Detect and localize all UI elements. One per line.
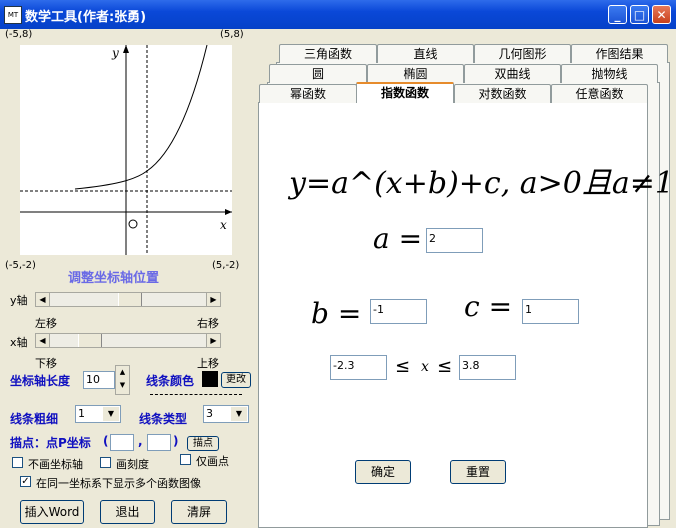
point-comma: , <box>138 434 143 448</box>
tab-circle[interactable]: 圆 <box>269 64 367 83</box>
close-button[interactable]: ✕ <box>652 5 671 24</box>
a-label: a = <box>373 222 423 255</box>
b-input[interactable]: -1 <box>370 299 427 324</box>
x-max-input[interactable]: 3.8 <box>459 355 516 380</box>
tab-hyperbola[interactable]: 双曲线 <box>464 64 561 83</box>
x-variable-label: x <box>421 359 429 375</box>
axis-adjust-title: 调整坐标轴位置 <box>68 271 160 286</box>
no-axis-label: 不画坐标轴 <box>28 458 83 471</box>
clear-button[interactable]: 清屏 <box>171 500 227 524</box>
le-symbol-left: ≤ <box>395 356 411 377</box>
tab-parabola[interactable]: 抛物线 <box>561 64 658 83</box>
only-point-checkbox[interactable] <box>180 454 191 465</box>
tab-power-function[interactable]: 幂函数 <box>259 84 357 103</box>
origin-marker <box>128 219 138 229</box>
y-slider-right-arrow[interactable]: ▶ <box>206 293 220 306</box>
line-type-label: 线条类型 <box>139 412 188 426</box>
x-axis-slider[interactable]: ◀ ▶ <box>35 333 221 348</box>
multi-graph-label: 在同一坐标系下显示多个函数图像 <box>36 477 201 490</box>
point-open-paren: ( <box>103 434 109 448</box>
line-width-select[interactable]: 1 ▼ <box>75 405 121 423</box>
x-axis-arrow <box>225 209 232 215</box>
y-axis-label: y <box>111 46 119 60</box>
y-axis-slider-label: y轴 <box>10 294 28 307</box>
chevron-down-icon[interactable]: ▼ <box>231 407 247 421</box>
tab-geometry[interactable]: 几何图形 <box>474 44 571 63</box>
axis-length-input[interactable]: 10 <box>83 371 115 389</box>
down-move-label: 下移 <box>35 357 57 370</box>
tab-exponential-function[interactable]: 指数函数 <box>356 82 454 103</box>
x-axis-slider-label: x轴 <box>10 336 28 349</box>
axis-length-spinner[interactable]: ▲ ▼ <box>115 365 130 395</box>
axis-length-label: 坐标轴长度 <box>10 374 71 388</box>
plot-corner-top-left: (-5,8) <box>5 29 33 40</box>
x-axis-label: x <box>220 218 227 232</box>
x-slider-right-arrow[interactable]: ▶ <box>206 334 220 347</box>
plot-corner-bottom-left: (-5,-2) <box>5 260 36 271</box>
c-input[interactable]: 1 <box>522 299 579 324</box>
tab-line[interactable]: 直线 <box>377 44 474 63</box>
y-axis-slider[interactable]: ◀ ▶ <box>35 292 221 307</box>
reset-button[interactable]: 重置 <box>450 460 506 484</box>
y-slider-thumb[interactable] <box>118 293 142 306</box>
a-input[interactable]: 2 <box>426 228 483 253</box>
point-close-paren: ) <box>173 434 179 448</box>
exp-formula: y=a^(x+b)+c, a>0且a≠1 <box>289 166 675 201</box>
x-slider-thumb[interactable] <box>78 334 102 347</box>
y-slider-left-arrow[interactable]: ◀ <box>36 293 50 306</box>
b-label: b = <box>311 297 362 330</box>
le-symbol-right: ≤ <box>437 356 453 377</box>
multi-graph-checkbox[interactable]: ✓ <box>20 476 31 487</box>
minimize-button[interactable]: _ <box>608 5 627 24</box>
no-axis-checkbox[interactable] <box>12 457 23 468</box>
draw-ticks-checkbox[interactable] <box>100 457 111 468</box>
point-x-input[interactable] <box>110 434 134 451</box>
spinner-up-icon[interactable]: ▲ <box>116 366 129 379</box>
tab-any-function[interactable]: 任意函数 <box>551 84 648 103</box>
graph-svg: y x <box>20 44 232 255</box>
plot-corner-top-right: (5,8) <box>220 29 244 40</box>
plot-point-button[interactable]: 描点 <box>187 436 219 451</box>
line-color-label: 线条颜色 <box>146 374 195 388</box>
change-color-button[interactable]: 更改 <box>221 372 251 388</box>
draw-ticks-label: 画刻度 <box>116 458 149 471</box>
maximize-button[interactable]: □ <box>630 5 649 24</box>
plot-corner-bottom-right: (5,-2) <box>212 260 240 271</box>
up-move-label: 上移 <box>197 357 219 370</box>
y-axis-arrow <box>123 45 129 53</box>
insert-word-button[interactable]: 插入Word <box>20 500 84 524</box>
line-width-label: 线条粗细 <box>10 412 59 426</box>
function-curve <box>74 44 208 190</box>
graph-canvas[interactable]: y x <box>20 44 232 255</box>
window-title: 数学工具(作者:张勇) <box>25 10 147 25</box>
app-icon: MT <box>4 6 22 24</box>
right-move-label: 右移 <box>197 317 219 330</box>
exit-button[interactable]: 退出 <box>100 500 155 524</box>
left-move-label: 左移 <box>35 317 57 330</box>
tab-plot-result[interactable]: 作图结果 <box>571 44 668 63</box>
x-min-input[interactable]: -2.3 <box>330 355 387 380</box>
only-point-label: 仅画点 <box>196 455 229 468</box>
tab-trig-functions[interactable]: 三角函数 <box>279 44 377 63</box>
point-label: 描点：点P坐标 <box>10 436 91 450</box>
spinner-down-icon[interactable]: ▼ <box>116 379 129 392</box>
line-type-value: 3 <box>206 407 213 420</box>
x-slider-left-arrow[interactable]: ◀ <box>36 334 50 347</box>
c-label: c = <box>464 290 513 323</box>
line-type-preview <box>150 394 242 395</box>
tab-log-function[interactable]: 对数函数 <box>454 84 551 103</box>
line-width-value: 1 <box>78 407 85 420</box>
point-y-input[interactable] <box>147 434 171 451</box>
chevron-down-icon[interactable]: ▼ <box>103 407 119 421</box>
line-type-select[interactable]: 3 ▼ <box>203 405 249 423</box>
tab-ellipse[interactable]: 椭圆 <box>367 64 464 83</box>
confirm-button[interactable]: 确定 <box>355 460 411 484</box>
line-color-swatch <box>202 371 218 387</box>
